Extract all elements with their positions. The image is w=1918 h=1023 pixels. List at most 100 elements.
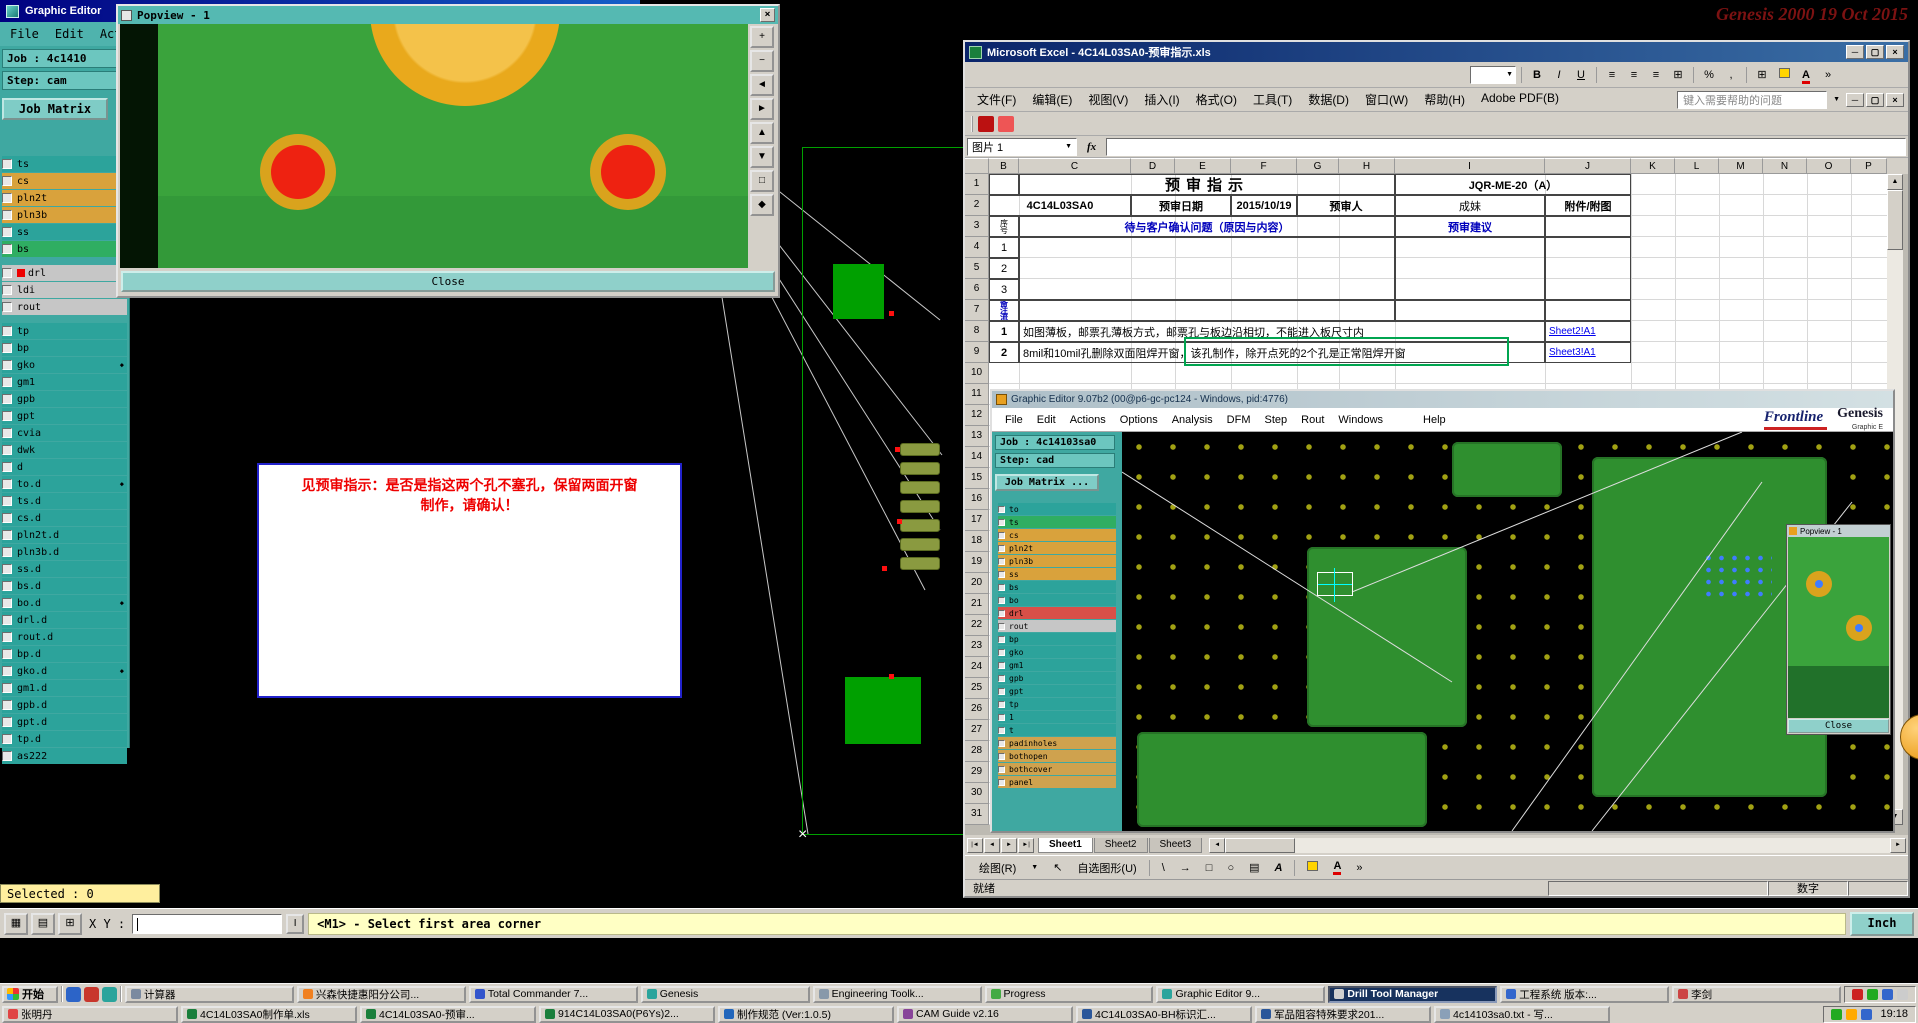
layer-row[interactable]: rout.d	[2, 629, 127, 645]
layer-row[interactable]: ss	[998, 568, 1116, 580]
layer-name-chip[interactable]: tp	[1007, 699, 1116, 710]
taskbar-button[interactable]: Engineering Toolk...	[812, 985, 982, 1003]
taskbar-button[interactable]: Total Commander 7...	[468, 985, 638, 1003]
column-header[interactable]: L	[1675, 158, 1719, 174]
column-header[interactable]: C	[1019, 158, 1131, 174]
cell-b1[interactable]	[989, 174, 1019, 195]
layer-name-chip[interactable]: ss	[14, 225, 127, 240]
column-header[interactable]: G	[1297, 158, 1339, 174]
fill-color-button[interactable]	[1774, 65, 1794, 84]
scrollbar-thumb[interactable]	[1225, 837, 1296, 853]
layer-name-chip[interactable]: ts	[1007, 517, 1116, 528]
layer-name-chip[interactable]: pln2t	[14, 191, 127, 206]
popview-tool-button[interactable]: ▼	[750, 146, 774, 168]
layer-visibility-checkbox[interactable]	[2, 285, 12, 295]
taskbar-button[interactable]: 兴森快捷惠阳分公司...	[296, 985, 466, 1003]
layer-visibility-checkbox[interactable]	[998, 687, 1005, 695]
layer-row[interactable]: pln3b	[2, 207, 127, 223]
layer-visibility-checkbox[interactable]	[998, 505, 1005, 513]
layer-visibility-checkbox[interactable]	[2, 302, 12, 312]
layer-name-chip[interactable]: d	[14, 460, 127, 475]
layer-row[interactable]: ldi	[2, 282, 127, 298]
layer-visibility-checkbox[interactable]	[2, 649, 12, 659]
layer-visibility-checkbox[interactable]	[2, 210, 12, 220]
layer-name-chip[interactable]: bs	[1007, 582, 1116, 593]
menu-item[interactable]: 插入(I)	[1136, 88, 1187, 111]
layer-name-chip[interactable]: pln3b	[1007, 556, 1116, 567]
draw-menu-button[interactable]: 绘图(R)	[973, 856, 1023, 879]
layer-row[interactable]: gpt.d	[2, 714, 127, 730]
menu-item[interactable]: File	[998, 412, 1030, 428]
menu-item[interactable]: DFM	[1220, 412, 1258, 428]
last-sheet-icon[interactable]: ►|	[1018, 837, 1034, 853]
layer-row[interactable]: ss	[2, 224, 127, 240]
layer-name-chip[interactable]: bothcover	[1007, 764, 1116, 775]
row-header[interactable]: 16	[965, 489, 989, 510]
issue2-link-cell[interactable]: Sheet3!A1	[1545, 342, 1631, 363]
row-header[interactable]: 1	[965, 174, 989, 195]
row-header[interactable]: 4	[965, 237, 989, 258]
layer-name-chip[interactable]: pln3b.d	[14, 545, 127, 560]
row-header[interactable]: 23	[965, 636, 989, 657]
row-header[interactable]: 10	[965, 363, 989, 384]
layer-row[interactable]: ts.d	[2, 493, 127, 509]
layer-visibility-checkbox[interactable]	[2, 581, 12, 591]
layer-visibility-checkbox[interactable]	[2, 360, 12, 370]
layer-name-chip[interactable]: gpb.d	[14, 698, 127, 713]
layer-row[interactable]: bs	[998, 581, 1116, 593]
layer-visibility-checkbox[interactable]	[2, 176, 12, 186]
menu-item[interactable]: 帮助(H)	[1416, 88, 1473, 111]
layer-visibility-checkbox[interactable]	[2, 479, 12, 489]
layer-visibility-checkbox[interactable]	[998, 700, 1005, 708]
layer-name-chip[interactable]: cs.d	[14, 511, 127, 526]
quicklaunch-genesis-icon[interactable]	[102, 986, 117, 1002]
layer-name-chip[interactable]: padinholes	[1007, 738, 1116, 749]
layer-name-chip[interactable]: gpt.d	[14, 715, 127, 730]
layer-row[interactable]: gpt	[2, 408, 127, 424]
taskbar-button[interactable]: 4c14103sa0.txt - 写...	[1434, 1005, 1610, 1023]
sheet-tab[interactable]: Sheet3	[1148, 837, 1203, 853]
arrow-tool-button[interactable]: →	[1173, 858, 1197, 877]
close-icon[interactable]: ×	[760, 8, 775, 22]
issue2-number-cell[interactable]: 2	[989, 342, 1019, 363]
layer-name-chip[interactable]: ss	[1007, 569, 1116, 580]
layer-visibility-checkbox[interactable]	[2, 343, 12, 353]
question-header-cell[interactable]: 待与客户确认问题（原因与内容）	[1019, 216, 1395, 237]
row-header[interactable]: 20	[965, 573, 989, 594]
layer-row[interactable]: tp	[2, 323, 127, 339]
view-tool-button[interactable]: ▦	[4, 912, 28, 935]
layer-row[interactable]: dwk	[2, 442, 127, 458]
layer-visibility-checkbox[interactable]	[998, 596, 1005, 604]
layer-name-chip[interactable]: ts	[14, 157, 127, 172]
layer-row[interactable]: bs.d	[2, 578, 127, 594]
first-sheet-icon[interactable]: |◄	[967, 837, 983, 853]
layer-row[interactable]: gm1	[2, 374, 127, 390]
tray-icon[interactable]	[1882, 988, 1893, 1000]
layer-visibility-checkbox[interactable]	[2, 564, 12, 574]
excel-titlebar[interactable]: Microsoft Excel - 4C14L03SA0-预审指示.xls ─ …	[965, 42, 1908, 62]
layer-row[interactable]: t	[998, 724, 1116, 736]
layer-name-chip[interactable]: gko ◆	[14, 358, 127, 373]
layer-visibility-checkbox[interactable]	[998, 583, 1005, 591]
workbook-restore-icon[interactable]: ▢	[1866, 92, 1884, 107]
seq-cell-3[interactable]: 3	[989, 279, 1019, 300]
menu-item[interactable]: Actions	[1063, 412, 1113, 428]
tray-icon[interactable]	[1831, 1008, 1843, 1020]
row-header[interactable]: 28	[965, 741, 989, 762]
layer-name-chip[interactable]: to	[1007, 504, 1116, 515]
menu-item[interactable]: Analysis	[1165, 412, 1220, 428]
oval-tool-button[interactable]: ○	[1221, 858, 1241, 877]
view-tool-button[interactable]: ⊞	[58, 912, 82, 935]
column-header[interactable]: D	[1131, 158, 1175, 174]
popview-titlebar[interactable]: Popview - 1 ×	[118, 6, 778, 24]
taskbar-button[interactable]: 工程系统 版本:...	[1500, 985, 1670, 1003]
help-menu[interactable]: Help	[1416, 412, 1453, 428]
row-header[interactable]: 31	[965, 804, 989, 825]
chevron-down-icon[interactable]: ▼	[1827, 96, 1846, 103]
layer-visibility-checkbox[interactable]	[2, 428, 12, 438]
note-label-cell[interactable]: 备注流	[989, 300, 1019, 321]
layer-visibility-checkbox[interactable]	[2, 717, 12, 727]
chevron-down-icon[interactable]: ▼	[1025, 861, 1045, 874]
layer-visibility-checkbox[interactable]	[2, 377, 12, 387]
layer-name-chip[interactable]: rout	[14, 300, 127, 315]
